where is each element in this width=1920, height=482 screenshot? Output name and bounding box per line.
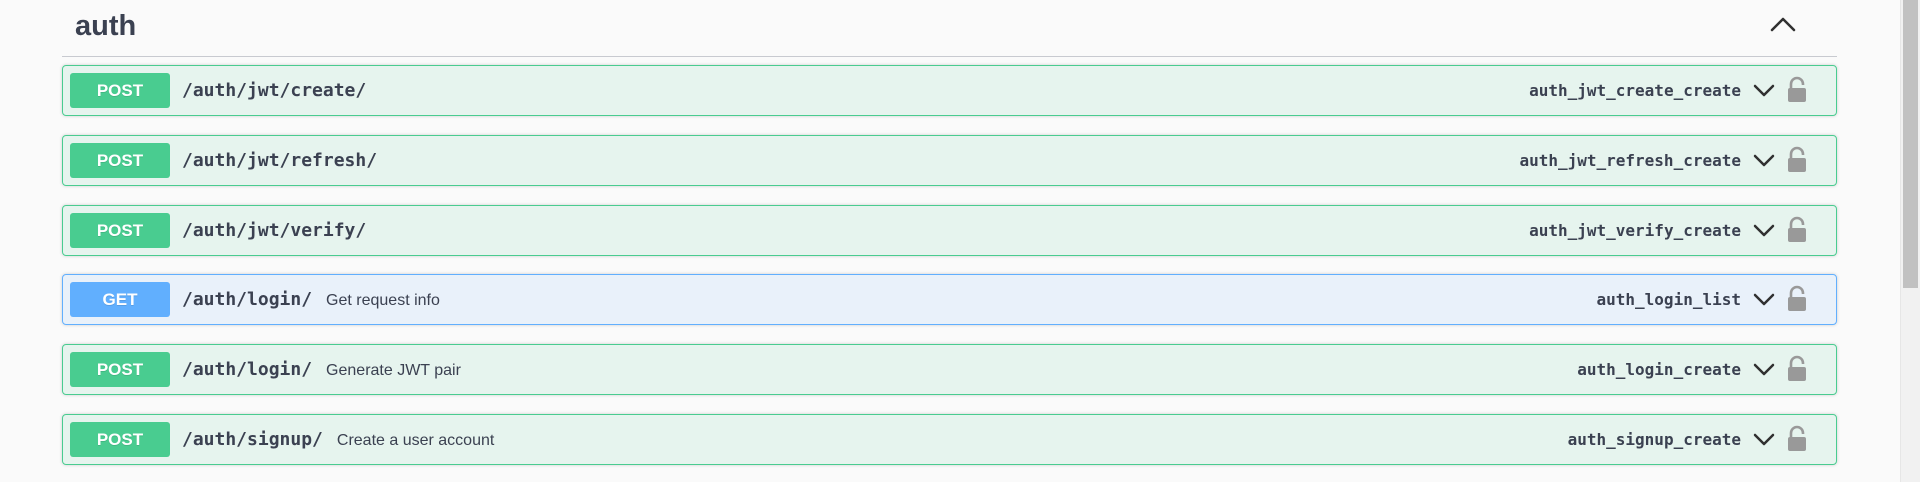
operation-path: /auth/signup/Create a user account	[182, 415, 494, 464]
operation-summary: Create a user account	[336, 432, 495, 449]
chevron-up-icon[interactable]	[1769, 12, 1797, 36]
operation-summary: Generate JWT pair	[326, 362, 461, 379]
chevron-down-icon[interactable]	[1752, 358, 1776, 382]
operation-row-auth-jwt-verify[interactable]: POST /auth/jwt/verify/ auth_jwt_verify_c…	[62, 205, 1837, 256]
method-badge: POST	[70, 213, 170, 248]
path-text: /auth/signup/	[182, 429, 323, 450]
auth-section-header[interactable]: auth	[62, 0, 1837, 57]
operation-id: auth_jwt_verify_create	[1529, 221, 1741, 240]
lock-open-icon[interactable]	[1786, 425, 1808, 453]
chevron-down-icon[interactable]	[1752, 428, 1776, 452]
lock-open-icon[interactable]	[1786, 216, 1808, 244]
operation-id: auth_login_list	[1596, 290, 1742, 309]
operation-id: auth_signup_create	[1567, 430, 1741, 449]
method-badge: POST	[70, 73, 170, 108]
path-text: /auth/jwt/refresh/	[182, 150, 378, 171]
swagger-page: auth POST /auth/jwt/create/ auth_jwt_cre…	[0, 0, 1920, 482]
lock-open-icon[interactable]	[1786, 355, 1808, 383]
operation-summary: Get request info	[326, 292, 440, 309]
lock-open-icon[interactable]	[1786, 76, 1808, 104]
scrollbar-thumb[interactable]	[1903, 0, 1918, 288]
chevron-down-icon[interactable]	[1752, 288, 1776, 312]
lock-open-icon[interactable]	[1786, 285, 1808, 313]
operation-row-auth-jwt-refresh[interactable]: POST /auth/jwt/refresh/ auth_jwt_refresh…	[62, 135, 1837, 186]
path-text: /auth/login/	[182, 359, 313, 380]
vertical-scrollbar[interactable]	[1900, 0, 1920, 482]
path-text: /auth/jwt/create/	[182, 80, 367, 101]
method-badge: POST	[70, 143, 170, 178]
operation-path: /auth/login/Generate JWT pair	[182, 345, 461, 394]
path-text: /auth/login/	[182, 289, 313, 310]
method-badge: POST	[70, 352, 170, 387]
operation-row-auth-jwt-create[interactable]: POST /auth/jwt/create/ auth_jwt_create_c…	[62, 65, 1837, 116]
path-text: /auth/jwt/verify/	[182, 220, 367, 241]
operation-id: auth_jwt_create_create	[1529, 81, 1741, 100]
operation-path: /auth/jwt/create/	[182, 66, 380, 115]
operation-row-auth-login-get[interactable]: GET /auth/login/Get request info auth_lo…	[62, 274, 1837, 325]
lock-open-icon[interactable]	[1786, 146, 1808, 174]
operation-row-auth-signup[interactable]: POST /auth/signup/Create a user account …	[62, 414, 1837, 465]
operation-id: auth_login_create	[1577, 360, 1741, 379]
method-badge: GET	[70, 282, 170, 317]
operation-id: auth_jwt_refresh_create	[1519, 151, 1741, 170]
operation-path: /auth/jwt/refresh/	[182, 136, 391, 185]
chevron-down-icon[interactable]	[1752, 79, 1776, 103]
section-title: auth	[75, 10, 137, 42]
operation-path: /auth/login/Get request info	[182, 275, 440, 324]
chevron-down-icon[interactable]	[1752, 149, 1776, 173]
operation-path: /auth/jwt/verify/	[182, 206, 380, 255]
operation-row-auth-login-post[interactable]: POST /auth/login/Generate JWT pair auth_…	[62, 344, 1837, 395]
method-badge: POST	[70, 422, 170, 457]
chevron-down-icon[interactable]	[1752, 219, 1776, 243]
